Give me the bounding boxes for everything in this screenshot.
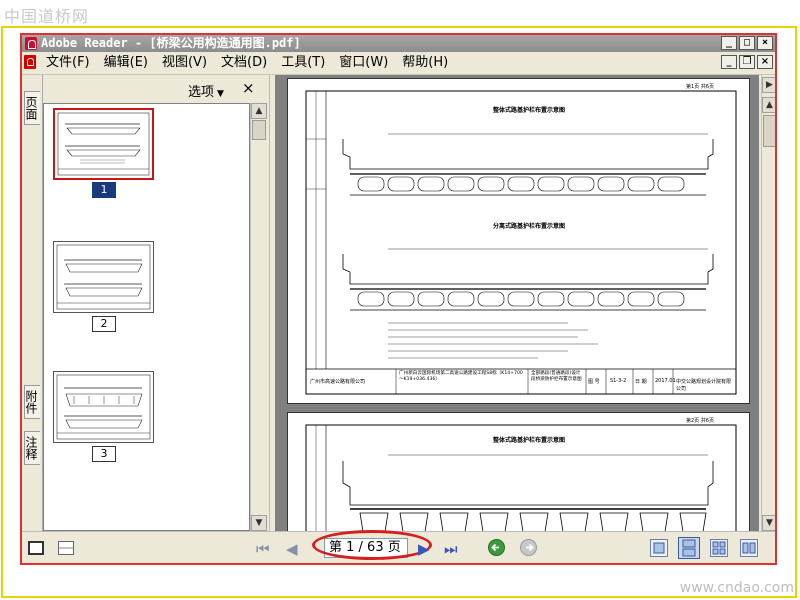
window-controls: _ □ × [721, 36, 773, 50]
page-thumbnail-2[interactable] [53, 241, 154, 313]
menu-view[interactable]: 视图(V) [155, 52, 214, 74]
doc-scroll-up-icon[interactable]: ▲ [762, 97, 775, 113]
scroll-thumb[interactable] [252, 120, 266, 140]
document-scrollbar[interactable]: ▶ ▲ ▼ [761, 75, 775, 531]
options-label: 选项 [188, 85, 215, 100]
title-block-project: 广州新白云国际机场第二高速公路建设工程S8标（K14+700～K19+036.4… [399, 371, 523, 382]
page-thumbnail-1[interactable] [53, 108, 154, 180]
thumbnail-label-1[interactable]: 1 [92, 182, 116, 198]
page-2-corner-text: 第2页 共6页 [686, 418, 714, 424]
previous-page-icon[interactable]: ◀ [286, 540, 298, 558]
watermark-bottom: www.cndao.com [679, 580, 794, 596]
status-bar: ⏮ ◀ 第 1 / 63 页 ▶ ⏭ [22, 530, 775, 563]
reader-window: Adobe Reader - [桥梁公用构造通用图.pdf] _ □ × 文件(… [20, 33, 777, 565]
title-block-figure-label: 图 号 [588, 379, 600, 385]
thumbnail-scrollbar[interactable]: ▲ ▼ [250, 103, 267, 531]
menu-bar: 文件(F) 编辑(E) 视图(V) 文档(D) 工具(T) 窗口(W) 帮助(H… [22, 52, 775, 75]
menu-tools[interactable]: 工具(T) [274, 52, 332, 74]
menu-help[interactable]: 帮助(H) [395, 52, 455, 74]
thumbnail-drawing [57, 112, 150, 176]
maximize-icon[interactable]: □ [739, 36, 755, 50]
thumbnail-pane: 选项 ▼ × 1 2 3 ▲ ▼ [43, 75, 269, 531]
pdf-document-icon[interactable] [24, 55, 36, 69]
tab-attachments[interactable]: 附件 [24, 385, 40, 419]
menu-window[interactable]: 窗口(W) [332, 52, 395, 74]
page-1-corner-text: 第1页 共6页 [686, 84, 714, 90]
doc-restore-icon[interactable]: ❐ [739, 55, 755, 69]
page-layout-icon[interactable] [28, 541, 44, 555]
title-block-drawing-title: 全部路段(普通路段)设计段桥梁防护栏布置示意图 [531, 371, 582, 382]
single-page-view-icon[interactable] [650, 539, 668, 557]
title-block-company: 广州市高速公路有限公司 [310, 379, 366, 385]
panel-expand-icon[interactable]: ▶ [762, 77, 775, 93]
first-page-icon[interactable]: ⏮ [256, 540, 270, 558]
navigation-tabs: 页面 附件 注释 [22, 75, 43, 531]
title-block-designer: 中交公路规划设计院有限公司 [676, 379, 732, 392]
title-block-date-label: 日 期 [635, 379, 647, 385]
document-window-controls: _ ❐ × [721, 55, 773, 69]
thumbnail-list: 1 2 3 [43, 103, 250, 531]
page-thumbnail-3[interactable] [53, 371, 154, 443]
caret-down-icon: ▼ [217, 89, 224, 99]
document-view[interactable]: 整体式路基护栏布置示意图 分离式路基护栏布置示意图 第1页 共6页 广州市高速公… [275, 75, 759, 531]
continuous-view-icon[interactable] [678, 537, 700, 559]
pdf-page-1: 整体式路基护栏布置示意图 分离式路基护栏布置示意图 第1页 共6页 广州市高速公… [287, 78, 750, 404]
doc-minimize-icon[interactable]: _ [721, 55, 737, 69]
tab-pages[interactable]: 页面 [24, 91, 40, 125]
thumbnail-label-3[interactable]: 3 [92, 446, 116, 462]
go-forward-icon[interactable] [520, 539, 537, 556]
page-1-heading-mid: 分离式路基护栏布置示意图 [493, 223, 566, 230]
page-1-heading-top: 整体式路基护栏布置示意图 [493, 107, 566, 114]
pane-close-icon[interactable]: × [242, 79, 255, 97]
menu: 文件(F) 编辑(E) 视图(V) 文档(D) 工具(T) 窗口(W) 帮助(H… [39, 52, 455, 74]
title-bar[interactable]: Adobe Reader - [桥梁公用构造通用图.pdf] _ □ × [22, 35, 775, 52]
facing-view-icon[interactable] [710, 539, 728, 557]
menu-file[interactable]: 文件(F) [39, 52, 97, 74]
doc-scroll-down-icon[interactable]: ▼ [762, 515, 775, 531]
watermark-top: 中国道桥网 [4, 7, 90, 26]
pdf-page-2: 整体式路基护栏布置示意图 第2页 共6页 [287, 412, 750, 531]
collapse-icon[interactable] [58, 541, 74, 555]
title-block-figure-no: S1-3-2 [610, 378, 627, 384]
page-number-field[interactable]: 第 1 / 63 页 [324, 538, 408, 558]
thumbnail-drawing [56, 244, 151, 310]
scroll-down-icon[interactable]: ▼ [251, 515, 267, 531]
close-icon[interactable]: × [757, 36, 773, 50]
thumbnail-label-2[interactable]: 2 [92, 316, 116, 332]
go-back-icon[interactable] [488, 539, 505, 556]
last-page-icon[interactable]: ⏭ [444, 540, 458, 558]
minimize-icon[interactable]: _ [721, 36, 737, 50]
next-page-icon[interactable]: ▶ [418, 540, 430, 558]
title-block-date: 2017.01 [655, 378, 676, 384]
page-2-drawing [305, 424, 737, 531]
page-1-drawing [305, 90, 737, 395]
thumbnail-drawing [56, 374, 151, 440]
scroll-up-icon[interactable]: ▲ [251, 103, 267, 119]
adobe-reader-icon [25, 37, 37, 50]
continuous-facing-view-icon[interactable] [740, 539, 758, 557]
options-menu[interactable]: 选项 ▼ [188, 81, 224, 100]
page-2-heading-top: 整体式路基护栏布置示意图 [493, 437, 566, 444]
thumbnail-pane-header: 选项 ▼ × [43, 75, 269, 103]
doc-close-icon[interactable]: × [757, 55, 773, 69]
menu-edit[interactable]: 编辑(E) [97, 52, 155, 74]
tab-comments[interactable]: 注释 [24, 431, 40, 465]
doc-scroll-thumb[interactable] [763, 115, 775, 147]
window-title: Adobe Reader - [桥梁公用构造通用图.pdf] [41, 36, 301, 50]
menu-document[interactable]: 文档(D) [214, 52, 274, 74]
